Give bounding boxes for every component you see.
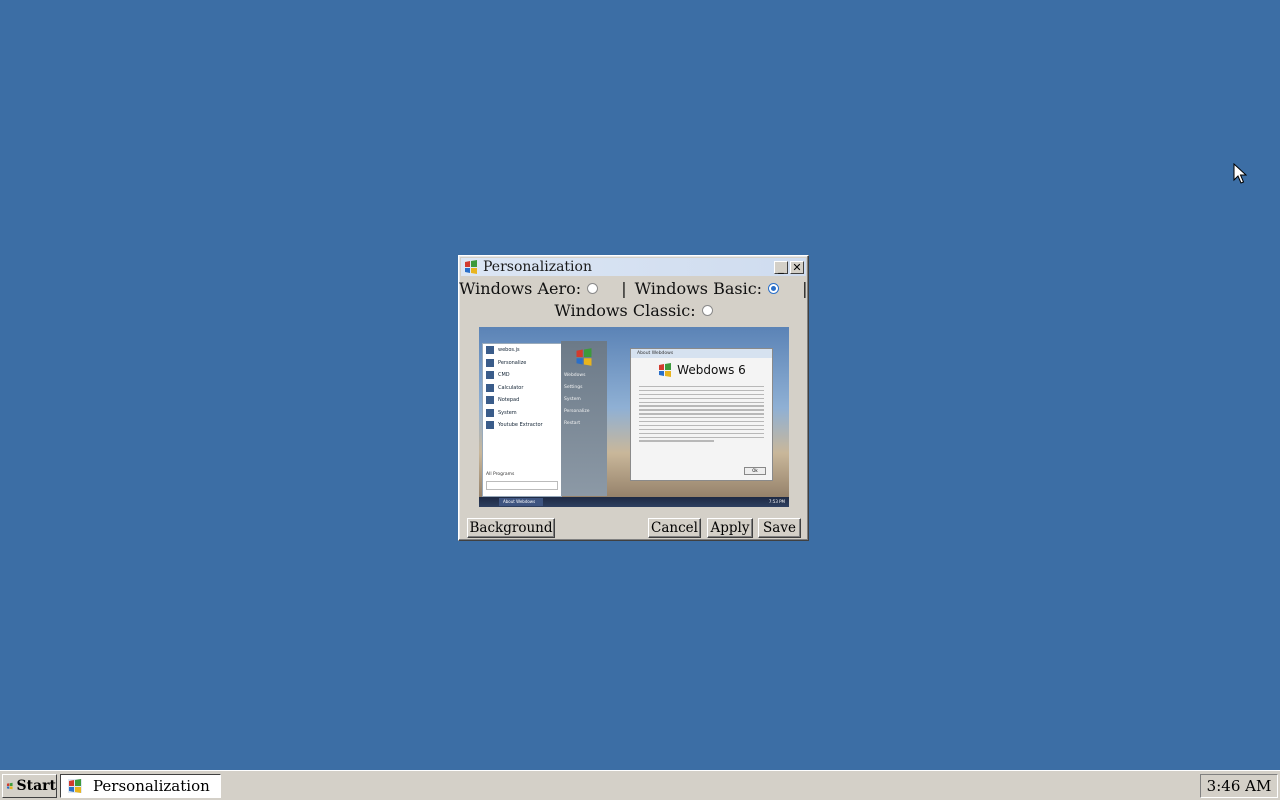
preview-about-name: Webdows 6 [631,362,772,378]
cancel-button[interactable]: Cancel [648,518,701,538]
preview-app-icon [486,358,494,367]
preview-ok-button: Ok [744,467,766,475]
preview-start-item-label: System [498,409,517,416]
close-button[interactable]: ✕ [790,260,804,274]
webdows-logo-icon [464,260,478,274]
preview-app-icon [486,421,494,430]
taskbar-item-personalization[interactable]: Personalization [60,774,221,798]
preview-start-menu: webos.js Personalize CMD Calculator Notepad S… [482,343,562,497]
separator: | [621,279,627,298]
preview-start-item-label: Notepad [498,397,520,404]
theme-row-1: Windows Aero: | Windows Basic: | [459,278,808,300]
preview-about-title: About Webdows [631,349,772,358]
save-button[interactable]: Save [758,518,801,538]
theme-options: Windows Aero: | Windows Basic: | Windows … [459,278,808,322]
preview-start-item-label: Calculator [498,384,524,391]
preview-right-item: Restart [564,421,581,426]
taskbar-item-label: Personalization [93,777,210,795]
separator: | [802,279,808,298]
preview-start-item-label: webos.js [498,347,520,354]
preview-start-item: webos.js [483,344,561,357]
start-label: Start [16,778,57,794]
preview-start-item: Personalize [483,357,561,370]
preview-clock: 7:53 PM [768,499,785,504]
preview-license-text [639,386,764,442]
preview-app-icon [486,408,494,417]
save-button-label: Save [763,520,796,536]
preview-right-item: Settings [564,385,583,390]
preview-start-item: Calculator [483,382,561,395]
personalization-app-icon [68,779,82,793]
preview-app-icon [486,396,494,405]
system-clock[interactable]: 3:46 AM [1200,774,1278,798]
aero-radio[interactable] [587,283,599,294]
minimize-button[interactable]: _ [774,260,788,274]
preview-start-item: System [483,407,561,420]
preview-right-item: System [564,397,581,402]
minimize-icon: _ [778,260,784,274]
aero-label: Windows Aero: [459,279,582,298]
taskbar: Start Personalization 3:46 AM [0,770,1280,800]
preview-search-box [486,481,558,490]
preview-right-item: Webdows [564,373,586,378]
mouse-cursor-icon [1233,163,1247,184]
preview-task: About Webdows [499,498,543,506]
preview-app-icon [486,383,494,392]
cancel-button-label: Cancel [651,520,698,536]
preview-taskbar: About Webdows 7:53 PM [479,497,789,507]
basic-label: Windows Basic: [634,279,763,298]
apply-button[interactable]: Apply [707,518,753,538]
basic-radio[interactable] [768,283,780,294]
background-button-label: Background [469,520,553,536]
apply-button-label: Apply [710,520,750,536]
preview-start-item: Notepad [483,394,561,407]
preview-right-item: Personalize [564,409,590,414]
webdows-logo-icon [659,363,672,377]
title-bar[interactable]: Personalization _ ✕ [461,258,806,276]
preview-start-item: CMD [483,369,561,382]
preview-app-icon [486,371,494,380]
theme-row-2: Windows Classic: [459,300,808,322]
preview-start-item-label: CMD [498,372,510,379]
theme-preview-image: webos.js Personalize CMD Calculator Notepad S… [479,327,789,507]
window-title: Personalization [483,259,592,275]
preview-app-icon [486,346,494,355]
preview-start-right-pane: Webdows Settings System Personalize Restart [561,341,607,496]
clock-time: 3:46 AM [1206,777,1272,795]
preview-start-item-label: Personalize [498,359,527,366]
preview-start-item: Youtube Extractor [483,419,561,432]
preview-about-name-text: Webdows 6 [677,363,746,377]
personalization-window: Personalization _ ✕ Windows Aero: | Windo… [458,255,809,541]
start-logo-icon [6,782,13,790]
preview-logo [561,341,607,373]
close-icon: ✕ [792,260,802,274]
preview-start-item-label: Youtube Extractor [498,422,543,429]
preview-all-programs: All Programs [486,472,515,477]
preview-about-dialog: About Webdows Webdows 6 Ok [630,348,773,481]
webdows-logo-icon [576,348,592,366]
classic-label: Windows Classic: [554,301,696,320]
classic-radio[interactable] [701,305,713,316]
start-button[interactable]: Start [2,774,57,798]
background-button[interactable]: Background [467,518,555,538]
